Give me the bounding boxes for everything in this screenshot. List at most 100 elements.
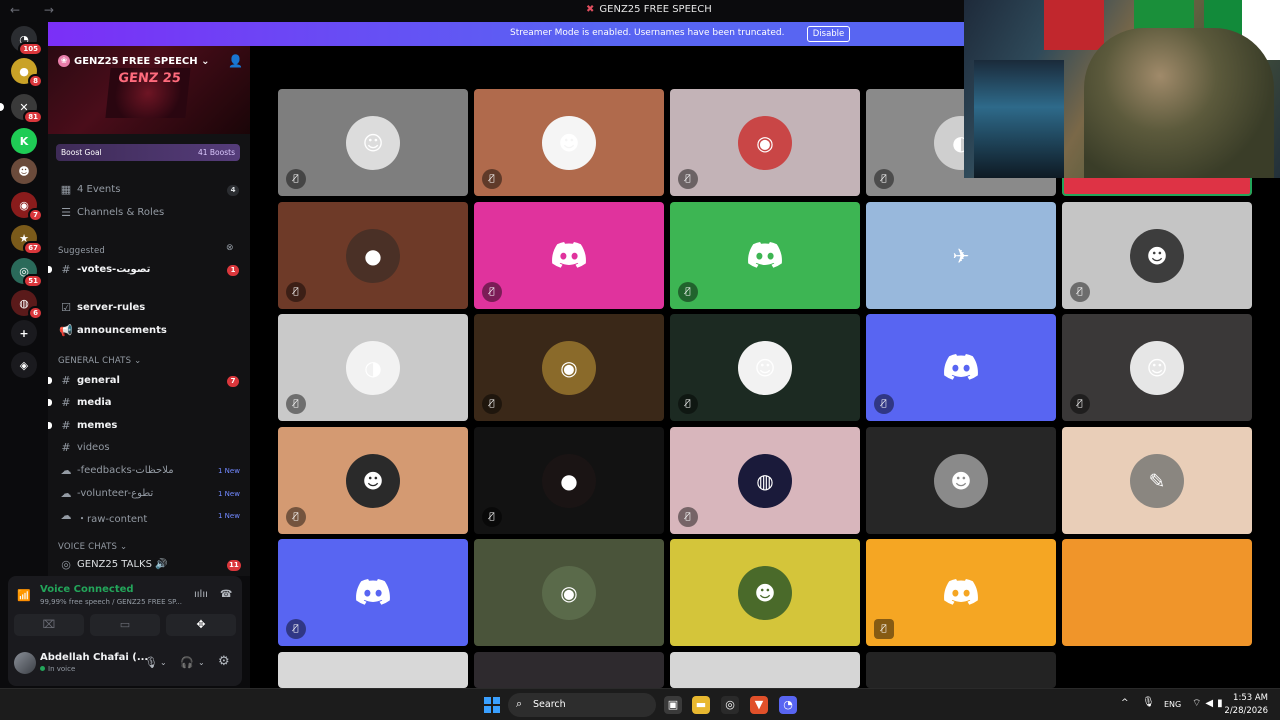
discord-taskbar-icon[interactable]: ◔ xyxy=(779,696,797,714)
participant-tile[interactable]: ☻ xyxy=(866,427,1056,534)
server-icon-server-d[interactable]: ◉ 7 xyxy=(11,192,43,222)
discord-logo-icon xyxy=(356,579,390,605)
participant-tile[interactable]: 🎙̸ xyxy=(670,202,860,309)
channel-votes[interactable]: # -votes-تصويت 1 xyxy=(48,260,250,280)
brave-browser-icon[interactable]: ▼ xyxy=(750,696,768,714)
disconnect-icon[interactable]: ☎ xyxy=(220,589,232,600)
tray-date[interactable]: 2/28/2026 xyxy=(1220,706,1268,716)
participant-tile[interactable]: 🎙̸ xyxy=(866,539,1056,646)
channel-memes[interactable]: # memes xyxy=(48,416,250,436)
server-name[interactable]: GENZ25 FREE SPEECH ⌄ xyxy=(74,56,210,67)
server-header[interactable]: GENZ 25 ❀ GENZ25 FREE SPEECH ⌄ 👤 xyxy=(48,46,250,134)
screen-share-button[interactable]: ▭ xyxy=(90,614,160,636)
mention-badge: 81 xyxy=(23,110,43,124)
tray-chevron-up-icon[interactable]: ^ xyxy=(1121,698,1129,708)
muted-microphone-icon: 🎙̸ xyxy=(678,394,698,414)
server-icon-server-a[interactable]: ● 8 xyxy=(11,58,43,88)
participant-tile[interactable]: ◑ 🎙̸ xyxy=(278,314,468,421)
participant-tile[interactable]: ☻ xyxy=(670,539,860,646)
invite-people-icon[interactable]: 👤 xyxy=(228,54,243,68)
voice-status[interactable]: Voice Connected xyxy=(40,584,134,595)
server-icon-server-g[interactable]: ◍ 6 xyxy=(11,290,43,320)
taskbar-search[interactable]: ⌕ Search xyxy=(508,693,656,717)
channel-general[interactable]: # general 7 xyxy=(48,371,250,391)
participant-tile[interactable]: ☻ 🎙̸ xyxy=(278,427,468,534)
category-voice-chats[interactable]: VOICE CHATS ⌄ xyxy=(58,542,127,552)
server-icon-server-f[interactable]: ◎ 51 xyxy=(11,258,43,288)
channel-channels-roles[interactable]: ☰ Channels & Roles xyxy=(48,203,250,223)
participant-tile[interactable]: ✎ xyxy=(1062,427,1252,534)
chevron-down-icon[interactable]: ⌄ xyxy=(160,658,167,667)
microphone-icon[interactable]: 🎙 xyxy=(144,656,158,669)
channel-events[interactable]: ▦ 4 Events 4 xyxy=(48,180,250,200)
nav-arrows-icon[interactable]: ← → xyxy=(10,3,64,17)
avatar: ◉ xyxy=(542,566,596,620)
participant-tile[interactable] xyxy=(670,652,860,688)
participant-tile[interactable]: ☻ 🎙̸ xyxy=(1062,202,1252,309)
avatar-glyph-icon: ☺ xyxy=(754,356,776,380)
avatar[interactable] xyxy=(14,652,36,674)
participant-tile[interactable]: 🎙̸ xyxy=(474,202,664,309)
voice-channel-genz25-talks[interactable]: ◎ GENZ25 TALKS 🔊 11 xyxy=(48,555,250,575)
participant-tile[interactable]: ◉ xyxy=(474,539,664,646)
tray-language[interactable]: ENG xyxy=(1164,700,1181,709)
participant-tile[interactable] xyxy=(474,652,664,688)
tray-microphone-icon[interactable]: 🎙 xyxy=(1142,697,1155,708)
file-explorer-icon[interactable]: ▬ xyxy=(692,696,710,714)
disable-streamer-mode-button[interactable]: Disable xyxy=(807,26,850,42)
participant-tile[interactable]: ☺ 🎙̸ xyxy=(670,314,860,421)
avatar-glyph-icon: ☺ xyxy=(362,131,384,155)
server-glyph-icon: ● xyxy=(19,64,29,78)
server-icon-discord-home[interactable]: ◔ 105 xyxy=(11,26,43,56)
signal-icon[interactable]: 📶 xyxy=(17,589,31,602)
server-icon-server-b[interactable]: ✕ 81 xyxy=(0,94,43,124)
avatar-glyph-icon: ☻ xyxy=(362,469,384,493)
participant-tile[interactable] xyxy=(278,652,468,688)
server-icon-server-c[interactable]: ☻ xyxy=(11,158,37,184)
task-view-icon[interactable]: ▣ xyxy=(664,696,682,714)
avatar: ◉ xyxy=(542,341,596,395)
channel-feedbacks[interactable]: ☁ -feedbacks-ملاحظات 1 New xyxy=(48,461,250,481)
channel-raw-content[interactable]: ☁ ・raw-content 1 New xyxy=(48,506,250,526)
channel-media[interactable]: # media xyxy=(48,393,250,413)
camera-button[interactable]: ⌧ xyxy=(14,614,84,636)
mention-badge: 7 xyxy=(28,208,43,222)
server-icon-server-k[interactable]: K xyxy=(11,128,37,154)
chevron-down-icon[interactable]: ⌄ xyxy=(198,658,205,667)
dismiss-suggested-icon[interactable]: ⊗ xyxy=(226,239,238,259)
channel-server-rules[interactable]: ☑ server-rules xyxy=(48,298,250,318)
participant-tile[interactable]: ☻ 🎙̸ xyxy=(474,89,664,196)
user-name[interactable]: Abdellah Chafai (... xyxy=(40,652,148,663)
channel-announcements[interactable]: 📢 announcements xyxy=(48,321,250,341)
calendar-icon: ▦ xyxy=(60,183,72,196)
server-icon-discover[interactable]: ◈ xyxy=(11,352,37,378)
server-glyph-icon: K xyxy=(19,134,29,148)
participant-tile[interactable]: 🎙̸ xyxy=(278,539,468,646)
obs-icon[interactable]: ◎ xyxy=(721,696,739,714)
participant-tile[interactable]: ◉ 🎙̸ xyxy=(474,314,664,421)
participant-tile[interactable]: ☺ 🎙̸ xyxy=(1062,314,1252,421)
participant-tile[interactable] xyxy=(866,652,1056,688)
forum-icon: ☁ xyxy=(60,509,72,522)
participant-tile[interactable]: ● 🎙̸ xyxy=(474,427,664,534)
channel-volunteer[interactable]: ☁ -volunteer-تطوع 1 New xyxy=(48,484,250,504)
participant-tile[interactable] xyxy=(1062,539,1252,646)
gear-icon[interactable]: ⚙ xyxy=(218,654,230,669)
server-icon-server-e[interactable]: ★ 67 xyxy=(11,225,43,255)
participant-tile[interactable]: 🎙̸ xyxy=(866,314,1056,421)
participant-tile[interactable]: ● 🎙̸ xyxy=(278,202,468,309)
channel-videos[interactable]: # videos xyxy=(48,438,250,458)
category-label: VOICE CHATS xyxy=(58,542,118,552)
participant-tile[interactable]: ☺ 🎙̸ xyxy=(278,89,468,196)
participant-tile[interactable]: ◍ 🎙̸ xyxy=(670,427,860,534)
headphones-icon[interactable]: 🎧 xyxy=(180,656,194,669)
category-general-chats[interactable]: GENERAL CHATS ⌄ xyxy=(58,356,141,366)
participant-tile[interactable]: ◉ 🎙̸ xyxy=(670,89,860,196)
tray-time[interactable]: 1:53 AM xyxy=(1228,693,1268,703)
windows-start-icon[interactable] xyxy=(484,697,500,713)
participant-tile[interactable]: ✈ xyxy=(866,202,1056,309)
boost-goal-bar[interactable]: Boost Goal 41 Boosts xyxy=(56,144,240,161)
server-icon-add-server[interactable]: + xyxy=(11,320,37,346)
noise-suppression-icon[interactable]: ıılıı xyxy=(194,589,208,600)
activities-button[interactable]: ✥ xyxy=(166,614,236,636)
